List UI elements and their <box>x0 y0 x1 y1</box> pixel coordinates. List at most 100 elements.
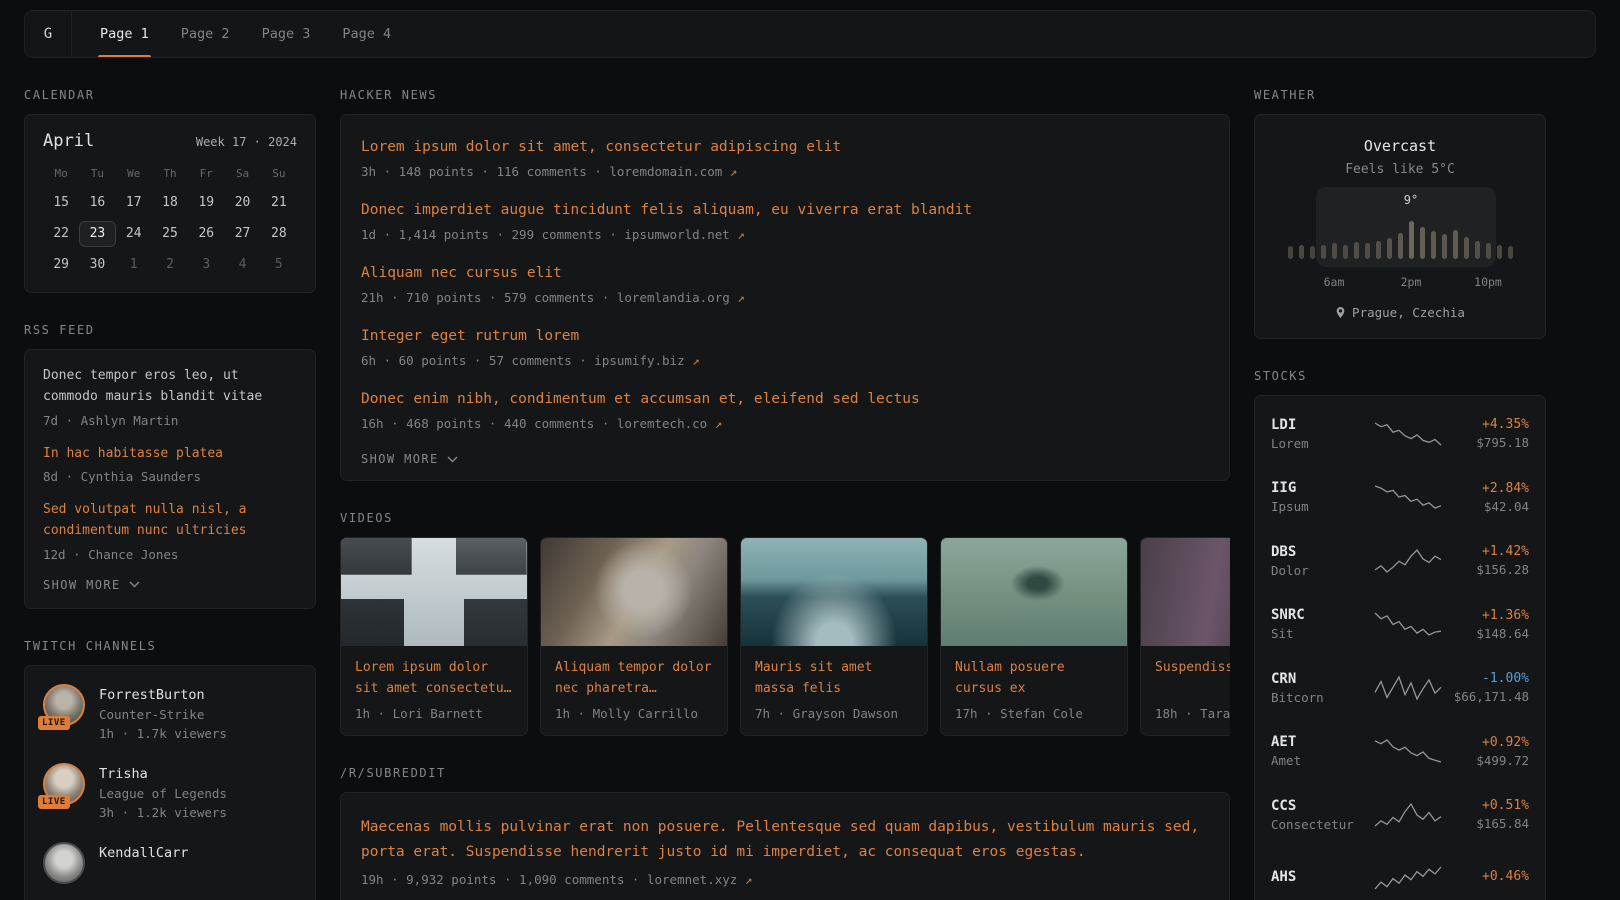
external-link-icon: ↗ <box>737 227 745 242</box>
video-card[interactable]: Lorem ipsum dolor sit amet consectetu… 1… <box>340 537 528 736</box>
stock-change: +0.46% <box>1449 869 1529 884</box>
tab-page-2[interactable]: Page 2 <box>165 11 246 57</box>
rss-show-more-button[interactable]: SHOW MORE <box>43 578 140 592</box>
stock-sparkline <box>1373 484 1443 510</box>
hn-item-domain-link[interactable]: ipsumify.biz ↗ <box>594 353 699 368</box>
video-thumbnail[interactable] <box>1141 538 1230 646</box>
subreddit-post-stats: 19h · 9,932 points · 1,090 comments · <box>361 872 647 887</box>
video-card[interactable]: Aliquam tempor dolor nec pharetra… 1h · … <box>540 537 728 736</box>
weather-bar <box>1354 242 1359 259</box>
hn-item-link[interactable]: Aliquam nec cursus elit <box>361 263 1209 284</box>
weather-bar <box>1321 245 1326 259</box>
stock-change: +4.35% <box>1449 417 1529 432</box>
content-columns: CALENDAR April Week 17 · 2024 MoTuWeThFr… <box>24 88 1596 900</box>
rss-card: Donec tempor eros leo, ut commodo mauris… <box>24 349 316 609</box>
calendar-day: 26 <box>188 221 224 247</box>
twitch-channel-game: League of Legends <box>99 786 227 801</box>
rss-item-link[interactable]: Sed volutpat nulla nisl, a condimentum n… <box>43 500 297 542</box>
video-thumbnail[interactable] <box>341 538 527 646</box>
stock-values: -1.00% $66,171.48 <box>1449 671 1529 704</box>
stock-sparkline <box>1373 421 1443 447</box>
calendar-week-year: Week 17 · 2024 <box>196 135 297 149</box>
twitch-channel-row[interactable]: LIVE Trisha League of Legends 3h · 1.2k … <box>43 763 297 820</box>
twitch-channel-info: Trisha League of Legends 3h · 1.2k viewe… <box>99 763 227 820</box>
twitch-channel-row[interactable]: LIVE ForrestBurton Counter-Strike 1h · 1… <box>43 684 297 741</box>
hn-item-domain: loremtech.co <box>617 416 707 431</box>
hn-item-link[interactable]: Integer eget rutrum lorem <box>361 326 1209 347</box>
tab-page-1[interactable]: Page 1 <box>84 11 165 57</box>
stock-price: $795.18 <box>1449 435 1529 450</box>
hn-item-domain: ipsumworld.net <box>624 227 729 242</box>
video-card-body: Nullam posuere cursus ex 17h · Stefan Co… <box>941 646 1127 735</box>
video-title-link[interactable]: Lorem ipsum dolor sit amet consectetu… <box>355 658 513 700</box>
weather-bar <box>1453 230 1458 259</box>
stock-row[interactable]: CCS Consectetur +0.51% $165.84 <box>1271 783 1529 847</box>
hn-item: Donec imperdiet augue tincidunt felis al… <box>361 200 1209 242</box>
calendar-day: 16 <box>79 190 115 216</box>
hn-item-domain-link[interactable]: loremlandia.org ↗ <box>617 290 745 305</box>
videos-section-title: VIDEOS <box>340 511 1230 525</box>
video-title-link[interactable]: Nullam posuere cursus ex <box>955 658 1113 700</box>
calendar-day: 19 <box>188 190 224 216</box>
weather-bar <box>1486 243 1491 259</box>
stock-row[interactable]: AET Amet +0.92% $499.72 <box>1271 720 1529 784</box>
calendar-day: 20 <box>224 190 260 216</box>
calendar-day: 3 <box>188 252 224 278</box>
avatar <box>43 842 85 884</box>
hn-item-domain-link[interactable]: loremdomain.com ↗ <box>609 164 737 179</box>
calendar-header: April Week 17 · 2024 <box>43 131 297 151</box>
video-title-link[interactable]: Aliquam tempor dolor nec pharetra… <box>555 658 713 700</box>
rss-section-title: RSS FEED <box>24 323 316 337</box>
stocks-widget: STOCKS LDI Lorem +4.35% $795.18 <box>1254 369 1546 900</box>
video-card[interactable]: Nullam posuere cursus ex 17h · Stefan Co… <box>940 537 1128 736</box>
stock-row[interactable]: IIG Ipsum +2.84% $42.04 <box>1271 466 1529 530</box>
stock-id: AHS <box>1271 869 1367 888</box>
hn-item-link[interactable]: Donec imperdiet augue tincidunt felis al… <box>361 200 1209 221</box>
calendar-day: 25 <box>152 221 188 247</box>
stock-row[interactable]: AHS +0.46% <box>1271 847 1529 900</box>
twitch-channel-name[interactable]: ForrestBurton <box>99 687 205 703</box>
twitch-channel-name[interactable]: Trisha <box>99 766 148 782</box>
video-thumbnail[interactable] <box>541 538 727 646</box>
weather-time-labels: 6am2pm10pm <box>1288 275 1513 289</box>
stock-row[interactable]: SNRC Sit +1.36% $148.64 <box>1271 593 1529 657</box>
hn-show-more-button[interactable]: SHOW MORE <box>361 452 458 466</box>
video-thumbnail[interactable] <box>941 538 1127 646</box>
rss-item-link[interactable]: Donec tempor eros leo, ut commodo mauris… <box>43 366 297 408</box>
rss-item: In hac habitasse platea 8d · Cynthia Sau… <box>43 444 297 485</box>
stock-sparkline <box>1373 738 1443 764</box>
app-logo[interactable]: G <box>25 11 72 57</box>
stock-change: +0.51% <box>1449 798 1529 813</box>
weather-bar <box>1376 241 1381 259</box>
twitch-channel-name[interactable]: KendallCarr <box>99 845 188 861</box>
stock-id: SNRC Sit <box>1271 607 1367 641</box>
rss-item-link[interactable]: In hac habitasse platea <box>43 444 297 465</box>
twitch-channel-row[interactable]: KendallCarr <box>43 842 297 884</box>
tab-page-3[interactable]: Page 3 <box>246 11 327 57</box>
calendar-day: 15 <box>43 190 79 216</box>
stock-row[interactable]: CRN Bitcorn -1.00% $66,171.48 <box>1271 656 1529 720</box>
hn-item-domain-link[interactable]: loremtech.co ↗ <box>617 416 722 431</box>
subreddit-item: Maecenas mollis pulvinar erat non posuer… <box>361 815 1209 887</box>
calendar-day: 27 <box>224 221 260 247</box>
hn-item-domain-link[interactable]: ipsumworld.net ↗ <box>624 227 744 242</box>
video-title-link[interactable]: Mauris sit amet massa felis <box>755 658 913 700</box>
subreddit-post-link[interactable]: Maecenas mollis pulvinar erat non posuer… <box>361 815 1209 864</box>
subreddit-domain-link[interactable]: loremnet.xyz ↗ <box>647 872 752 887</box>
calendar-day: 1 <box>116 252 152 278</box>
stock-price: $42.04 <box>1449 499 1529 514</box>
stock-name: Amet <box>1271 753 1367 768</box>
tab-page-4[interactable]: Page 4 <box>326 11 407 57</box>
video-title-link[interactable]: Suspendisse diam <box>1155 658 1230 700</box>
stock-id: CCS Consectetur <box>1271 798 1367 832</box>
hn-item-meta: 1d · 1,414 points · 299 comments · ipsum… <box>361 227 1209 242</box>
video-card[interactable]: Mauris sit amet massa felis 7h · Grayson… <box>740 537 928 736</box>
hn-item-link[interactable]: Lorem ipsum dolor sit amet, consectetur … <box>361 137 1209 158</box>
stock-row[interactable]: DBS Dolor +1.42% $156.28 <box>1271 529 1529 593</box>
twitch-avatar-wrap: LIVE <box>43 763 85 805</box>
stock-row[interactable]: LDI Lorem +4.35% $795.18 <box>1271 402 1529 466</box>
video-card[interactable]: Suspendisse diam 18h · Tara <box>1140 537 1230 736</box>
weather-section-title: WEATHER <box>1254 88 1546 102</box>
hn-item-link[interactable]: Donec enim nibh, condimentum et accumsan… <box>361 389 1209 410</box>
video-thumbnail[interactable] <box>741 538 927 646</box>
